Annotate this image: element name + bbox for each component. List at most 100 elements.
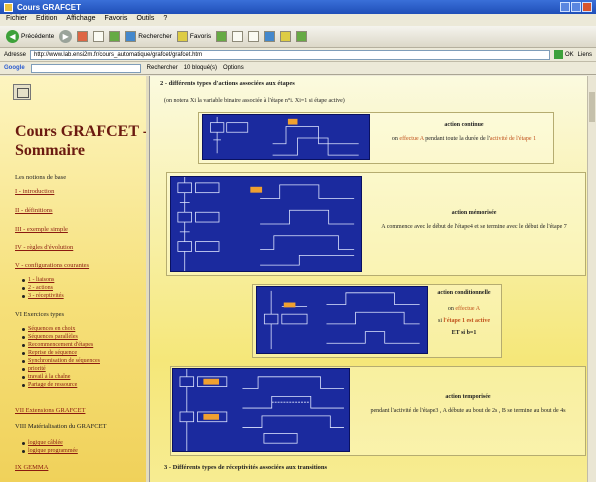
toc-link-gemma[interactable]: IX GEMMA <box>15 464 48 471</box>
popup-blocker[interactable]: 10 bloqué(s) <box>184 65 217 71</box>
title-bar: Cours GRAFCET <box>0 0 596 14</box>
toc-sub-receptivities[interactable]: 3 - réceptivités <box>22 293 64 299</box>
search-button[interactable]: Rechercher <box>125 31 172 42</box>
window-title: Cours GRAFCET <box>17 2 81 12</box>
basics-heading: Les notions de base <box>15 174 67 181</box>
toolbar: ◀ Précédente ▶ Rechercher Favoris <box>0 26 596 48</box>
notation-note: (on notera Xi la variable binaire associ… <box>164 98 345 104</box>
grafcet-diagram <box>177 177 355 271</box>
search-icon <box>125 31 137 42</box>
grafcet-diagram <box>263 290 420 350</box>
exercise-link[interactable]: Recommencement d'étapes <box>21 342 93 348</box>
desc-continuous: action continue on effectue A pendant to… <box>376 122 552 142</box>
address-label: Adresse <box>4 51 27 58</box>
maximize-button[interactable] <box>571 2 581 12</box>
go-button[interactable]: OK <box>553 50 574 59</box>
desc-highlight: effectue A <box>455 306 481 312</box>
grafcet-diagram <box>210 116 359 156</box>
google-logo[interactable]: Google <box>4 65 25 71</box>
back-label: Précédente <box>21 33 55 40</box>
materialization-heading: VIII Matérialisation du GRAFCET <box>15 423 107 430</box>
content-frame: 2 - différents types d'actions associées… <box>150 76 596 482</box>
mail-icon[interactable] <box>232 31 244 42</box>
google-toolbar: Google Rechercher 10 bloqué(s) Options <box>0 62 596 75</box>
toc-link-configurations[interactable]: V - configurations courantes <box>15 262 89 269</box>
history-icon[interactable] <box>216 31 228 42</box>
toc-sub-actions[interactable]: 2 - actions <box>22 285 53 291</box>
desc-text: ET si b=1 <box>451 330 477 336</box>
go-arrow-icon <box>553 50 563 59</box>
home-icon[interactable] <box>109 31 121 42</box>
toc-link-evolution-rules[interactable]: IV - règles d'évolution <box>15 244 73 251</box>
diagram-timed-action <box>172 368 350 452</box>
toc-link-definitions[interactable]: II - définitions <box>15 207 53 214</box>
google-options[interactable]: Options <box>223 65 244 71</box>
desc-text: pendant l'activité de l'étape3 , A début… <box>370 408 566 414</box>
stop-icon[interactable] <box>77 31 89 42</box>
toc-sub-wired[interactable]: logique câblée <box>22 440 63 446</box>
menu-edit[interactable]: Edition <box>36 15 57 25</box>
scroll-thumb[interactable] <box>589 92 595 122</box>
desc-text: A commence avec le début de l'étape4 et … <box>381 224 567 230</box>
diagram-memorized-action <box>170 176 362 272</box>
exercise-link[interactable]: Séquences en choix <box>21 326 75 332</box>
menu-view[interactable]: Affichage <box>66 15 95 25</box>
minimize-button[interactable] <box>560 2 570 12</box>
grafcet-diagram <box>179 369 344 451</box>
diagram-conditional-action <box>256 286 428 354</box>
menu-file[interactable]: Fichier <box>6 15 27 25</box>
favorites-label: Favoris <box>189 33 212 40</box>
exercise-link[interactable]: Séquences parallèles <box>22 334 78 340</box>
back-button[interactable]: ◀ Précédente <box>6 30 54 43</box>
desc-heading: action temporisée <box>445 394 491 400</box>
folder-icon[interactable] <box>280 31 292 42</box>
google-search-button[interactable]: Rechercher <box>147 65 178 71</box>
exercise-link[interactable]: travail à la chaîne <box>21 374 70 380</box>
home-icon[interactable] <box>13 84 31 100</box>
ie-icon <box>4 2 13 12</box>
desc-text: on <box>447 306 454 312</box>
desc-highlight: activité de l'étape 1 <box>489 136 537 142</box>
refresh-icon[interactable] <box>93 31 105 42</box>
links-label[interactable]: Liens <box>578 52 592 58</box>
desc-text: on <box>391 136 398 142</box>
print-icon[interactable] <box>248 31 260 42</box>
exercise-link[interactable]: Synchronisation de séquences <box>22 358 100 364</box>
toc-sub-programmed[interactable]: logique programmée <box>22 448 78 454</box>
toc-link-extensions[interactable]: VII Extensions GRAFCET <box>15 407 85 414</box>
diagram-continuous-action <box>202 114 370 160</box>
desc-conditional: action conditionnelle on effectue A si l… <box>428 290 500 336</box>
exercise-link[interactable]: priorité <box>22 366 46 372</box>
toc-link-simple-example[interactable]: III - exemple simple <box>15 226 68 233</box>
browser-window: Cours GRAFCET Fichier Edition Affichage … <box>0 0 596 482</box>
go-label: OK <box>564 51 574 58</box>
exercise-link[interactable]: Reprise de séquence <box>22 350 77 356</box>
favorites-button[interactable]: Favoris <box>176 31 212 42</box>
desc-heading: action continue <box>444 122 484 128</box>
edit-icon[interactable] <box>264 31 276 42</box>
menu-tools[interactable]: Outils <box>136 15 154 25</box>
desc-memorized: action mémorisée A commence avec le débu… <box>364 210 584 230</box>
desc-heading: action mémorisée <box>451 210 497 216</box>
toc-sub-liaisons[interactable]: 1 - liaisons <box>21 277 54 283</box>
menu-bar: Fichier Edition Affichage Favoris Outils… <box>0 14 596 26</box>
toc-title: Cours GRAFCET - Sommaire <box>15 123 149 159</box>
toc-link-introduction[interactable]: I - introduction <box>15 188 54 195</box>
star-icon <box>176 31 188 42</box>
close-button[interactable] <box>582 2 592 12</box>
desc-heading: action conditionnelle <box>437 290 491 296</box>
desc-text: si <box>438 318 443 324</box>
exercise-link[interactable]: Partage de ressource <box>21 382 77 388</box>
desc-highlight: l'étape 1 est active <box>443 318 490 324</box>
address-url: http://www.lab.ensi2m.fr/cours_automatiq… <box>34 51 203 58</box>
back-arrow-icon: ◀ <box>6 30 19 43</box>
address-input[interactable]: http://www.lab.ensi2m.fr/cours_automatiq… <box>30 49 550 60</box>
forward-button[interactable]: ▶ <box>59 30 73 43</box>
google-search-input[interactable] <box>30 63 141 73</box>
menu-help[interactable]: ? <box>163 15 167 25</box>
next-section-title: 3 - Différents types de réceptivités ass… <box>164 464 328 471</box>
desc-text: pendant toute la durée de l' <box>425 136 490 142</box>
messenger-icon[interactable] <box>296 31 308 42</box>
menu-favorites[interactable]: Favoris <box>104 15 127 25</box>
content-scrollbar[interactable] <box>587 76 596 482</box>
